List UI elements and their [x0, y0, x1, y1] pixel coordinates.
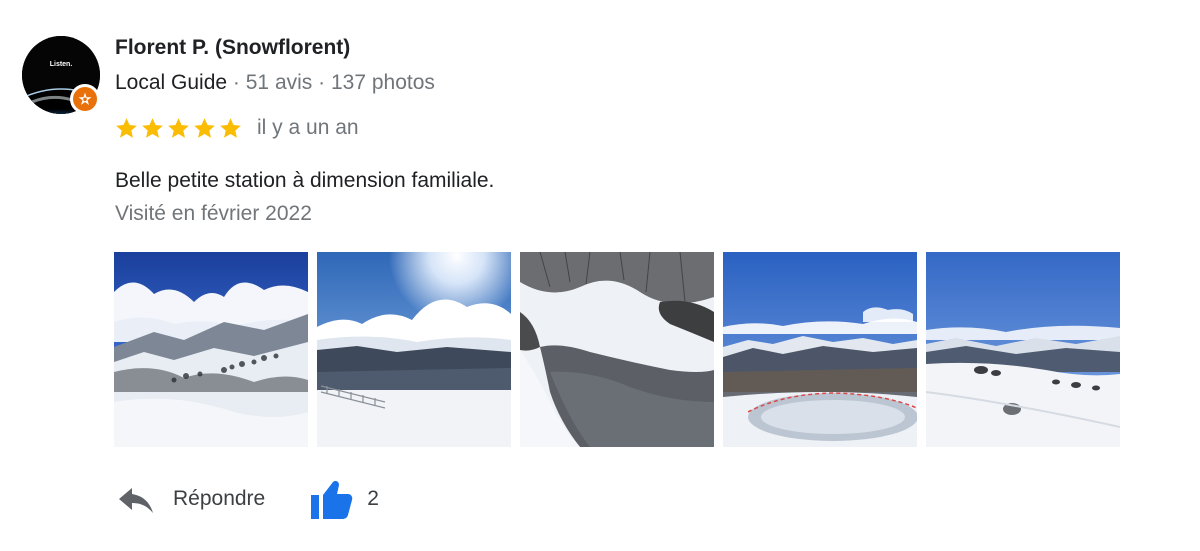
review-card: Listen. Florent P. (Snowflorent) Local G…: [0, 0, 1200, 551]
review-actions: Répondre 2: [116, 478, 379, 520]
visit-date: Visité en février 2022: [115, 202, 312, 225]
meta-separator: ·: [227, 71, 246, 94]
photo-strip: [114, 252, 1120, 447]
photo-sun-clouds-fence[interactable]: [317, 252, 511, 447]
review-date: il y a un an: [257, 116, 359, 139]
star-icon: [220, 117, 241, 138]
star-icon: [168, 117, 189, 138]
photo-frozen-stream[interactable]: [520, 252, 714, 447]
local-guide-badge-icon: [70, 84, 100, 114]
local-guide-label: Local Guide: [115, 71, 228, 94]
reply-arrow-icon: [119, 488, 153, 513]
reply-label: Répondre: [173, 487, 266, 510]
review-text: Belle petite station à dimension familia…: [115, 169, 495, 192]
review-count: 51 avis: [245, 71, 313, 94]
rating-row: il y a un an: [114, 115, 359, 141]
reply-button[interactable]: Répondre: [116, 479, 265, 519]
thumbs-up-icon: [311, 481, 353, 519]
author-meta: Local Guide · 51 avis · 137 photos: [115, 71, 435, 95]
star-rating: [114, 116, 243, 141]
photo-snow-field-rocks[interactable]: [926, 252, 1120, 447]
author-name[interactable]: Florent P. (Snowflorent): [115, 36, 350, 60]
like-count: 2: [367, 487, 379, 510]
avatar-text: Listen.: [50, 61, 73, 68]
star-icon: [142, 117, 163, 138]
photo-snowy-slope-clouds[interactable]: [114, 252, 308, 447]
meta-separator: ·: [312, 71, 331, 94]
like-button[interactable]: 2: [309, 478, 379, 520]
star-icon: [116, 117, 137, 138]
photo-count: 137 photos: [330, 71, 435, 94]
star-icon: [194, 117, 215, 138]
author-avatar[interactable]: Listen.: [22, 36, 100, 114]
photo-mountain-panorama-lake[interactable]: [723, 252, 917, 447]
